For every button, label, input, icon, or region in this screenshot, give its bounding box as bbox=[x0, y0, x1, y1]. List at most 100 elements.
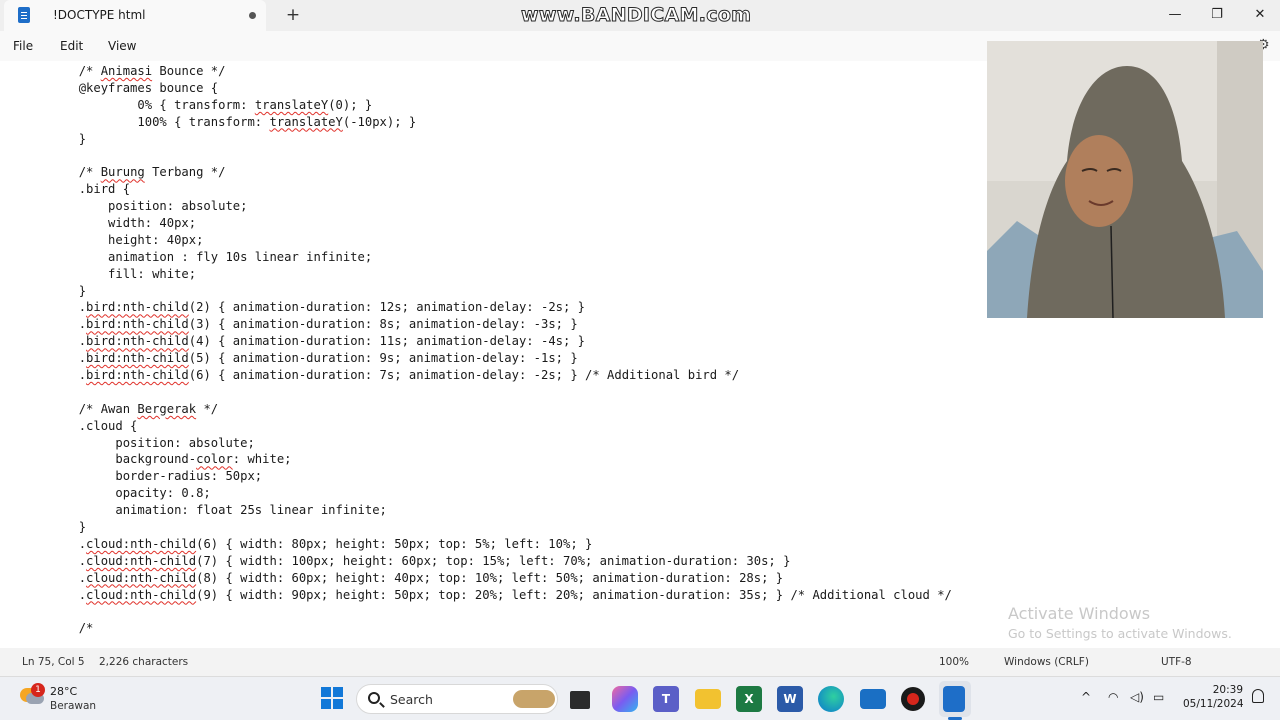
code-segment: */ bbox=[196, 401, 219, 416]
wifi-icon[interactable]: ◠ bbox=[1108, 690, 1118, 704]
new-tab-button[interactable]: + bbox=[284, 4, 302, 26]
activate-subtitle: Go to Settings to activate Windows. bbox=[1008, 626, 1232, 641]
code-segment: Terbang */ bbox=[144, 165, 226, 180]
spellcheck-word: translateY bbox=[269, 114, 343, 129]
code-segment: background- bbox=[20, 452, 197, 467]
search-label: Search bbox=[390, 692, 433, 707]
code-segment: border-radius: 50px; bbox=[20, 469, 263, 484]
code-segment: . bbox=[20, 351, 87, 366]
windows-logo-icon-part bbox=[333, 699, 343, 709]
code-line: } bbox=[20, 283, 952, 300]
code-segment: . bbox=[20, 300, 87, 315]
edge-browser-icon[interactable] bbox=[818, 686, 844, 712]
tab-document[interactable]: !DOCTYPE html bbox=[4, 0, 266, 31]
zoom-level[interactable]: 100% bbox=[939, 656, 969, 668]
notepad-taskbar-icon[interactable] bbox=[943, 686, 965, 712]
code-segment: height: 40px; bbox=[20, 232, 204, 247]
code-segment: 0% { transform: bbox=[20, 97, 255, 112]
windows-logo-icon bbox=[321, 687, 331, 697]
copilot-icon[interactable] bbox=[612, 686, 638, 712]
code-segment: opacity: 0.8; bbox=[20, 486, 211, 501]
spellcheck-word: bird:nth-child bbox=[86, 334, 189, 349]
bandicam-record-icon[interactable] bbox=[901, 687, 925, 711]
code-line: .cloud:nth-child(6) { width: 80px; heigh… bbox=[20, 536, 952, 553]
menu-view[interactable]: View bbox=[108, 39, 136, 53]
code-line: @keyframes bounce { bbox=[20, 80, 952, 97]
code-segment: } bbox=[20, 283, 87, 298]
spellcheck-word: Bergerak bbox=[137, 401, 197, 416]
start-button[interactable] bbox=[321, 687, 343, 709]
maximize-button[interactable]: ❐ bbox=[1194, 0, 1240, 31]
teams-icon[interactable]: T bbox=[653, 686, 679, 712]
code-segment: . bbox=[20, 317, 87, 332]
code-segment: Bounce */ bbox=[152, 64, 226, 78]
system-clock[interactable]: 20:39 05/11/2024 bbox=[1183, 684, 1244, 710]
minimize-button[interactable]: — bbox=[1152, 0, 1198, 31]
activate-windows-notice: Activate Windows Go to Settings to activ… bbox=[1008, 604, 1232, 641]
spellcheck-word: bird:nth-child bbox=[86, 351, 189, 366]
spellcheck-word: cloud:nth-child bbox=[86, 553, 197, 568]
file-explorer-icon[interactable] bbox=[695, 689, 721, 709]
code-segment: } bbox=[20, 131, 87, 146]
code-line: .bird:nth-child(3) { animation-duration:… bbox=[20, 316, 952, 333]
activate-title: Activate Windows bbox=[1008, 604, 1151, 623]
close-button[interactable]: ✕ bbox=[1237, 0, 1280, 31]
code-line: 100% { transform: translateY(-10px); } bbox=[20, 114, 952, 131]
spellcheck-word: bird:nth-child bbox=[86, 300, 189, 315]
search-highlight-icon bbox=[513, 690, 555, 708]
encoding[interactable]: UTF-8 bbox=[1161, 656, 1192, 668]
code-segment: animation : fly 10s linear infinite; bbox=[20, 249, 373, 264]
excel-icon[interactable]: X bbox=[736, 686, 762, 712]
spellcheck-word: translateY bbox=[254, 97, 329, 112]
menu-file[interactable]: File bbox=[13, 39, 33, 53]
tray-chevron-icon[interactable]: ^ bbox=[1081, 690, 1091, 704]
code-segment: (4) { animation-duration: 11s; animation… bbox=[188, 334, 586, 349]
taskbar: 1 28°C Berawan Search T X W ^ ◠ ◁) ▭ 20:… bbox=[0, 676, 1280, 720]
code-segment: (9) { width: 90px; height: 50px; top: 20… bbox=[196, 587, 952, 602]
code-segment: . bbox=[20, 334, 87, 349]
code-segment: /* Awan bbox=[20, 401, 138, 416]
code-line: /* Awan Bergerak */ bbox=[20, 401, 952, 418]
spellcheck-word: bird:nth-child bbox=[86, 368, 189, 383]
code-line: /* Burung Terbang */ bbox=[20, 164, 952, 181]
windows-logo-icon-part bbox=[333, 687, 343, 697]
taskbar-search[interactable]: Search bbox=[356, 684, 558, 714]
spellcheck-word: Animasi bbox=[100, 64, 153, 78]
code-line: .bird:nth-child(6) { animation-duration:… bbox=[20, 367, 952, 384]
cursor-position: Ln 75, Col 5 bbox=[22, 656, 85, 668]
code-segment: . bbox=[20, 570, 87, 585]
code-segment: (3) { animation-duration: 8s; animation-… bbox=[188, 317, 578, 332]
clock-time: 20:39 bbox=[1212, 684, 1243, 696]
line-ending[interactable]: Windows (CRLF) bbox=[1004, 656, 1089, 668]
code-line: position: absolute; bbox=[20, 198, 952, 215]
code-line: /* Animasi Bounce */ bbox=[20, 63, 952, 80]
volume-icon[interactable]: ◁) bbox=[1130, 690, 1144, 704]
notification-bell-icon[interactable] bbox=[1252, 689, 1264, 703]
notification-badge: 1 bbox=[31, 683, 45, 697]
code-segment: .bird { bbox=[20, 182, 131, 197]
word-icon[interactable]: W bbox=[777, 686, 803, 712]
code-line: .cloud:nth-child(7) { width: 100px; heig… bbox=[20, 553, 952, 570]
code-segment: 100% { transform: bbox=[20, 114, 270, 129]
code-text[interactable]: /* Animasi Bounce */ @keyframes bounce {… bbox=[20, 63, 952, 637]
task-view-icon[interactable] bbox=[570, 691, 590, 709]
title-bar: !DOCTYPE html + www.BANDICAM.com — ❐ ✕ bbox=[0, 0, 1280, 31]
tab-title: !DOCTYPE html bbox=[53, 8, 146, 22]
unsaved-dot-icon[interactable] bbox=[249, 12, 256, 19]
battery-icon[interactable]: ▭ bbox=[1153, 690, 1164, 704]
notepad-icon bbox=[18, 7, 30, 23]
menu-edit[interactable]: Edit bbox=[60, 39, 83, 53]
code-segment: animation: float 25s linear infinite; bbox=[20, 503, 387, 518]
code-line: height: 40px; bbox=[20, 232, 952, 249]
webcam-overlay bbox=[987, 41, 1263, 318]
spellcheck-word: bird:nth-child bbox=[86, 317, 189, 332]
code-segment: . bbox=[20, 553, 87, 568]
code-line: opacity: 0.8; bbox=[20, 485, 952, 502]
spellcheck-word: cloud:nth-child bbox=[86, 536, 197, 551]
mail-icon[interactable] bbox=[860, 689, 886, 709]
code-line: animation : fly 10s linear infinite; bbox=[20, 249, 952, 266]
